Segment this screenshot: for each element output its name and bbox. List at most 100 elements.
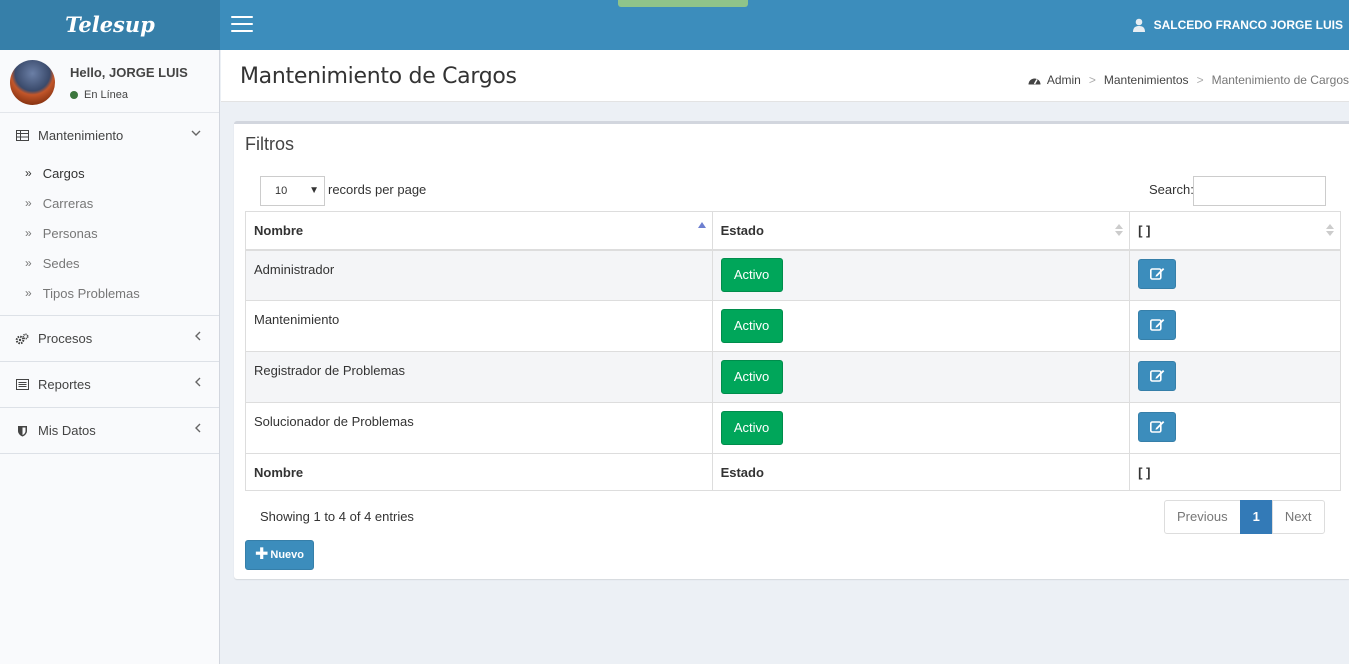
user-menu[interactable]: SALCEDO FRANCO JORGE LUIS (1132, 0, 1343, 50)
menu-mantenimiento[interactable]: Mantenimiento (0, 113, 219, 158)
column-header-estado[interactable]: Estado (711, 211, 1131, 251)
app-logo[interactable]: Telesup (0, 0, 220, 50)
double-chevron-icon: » (25, 196, 32, 210)
menu-group-mantenimiento: Mantenimiento » Cargos » Carreras » Persona… (0, 113, 219, 316)
edit-icon (1150, 420, 1165, 433)
column-footer-estado: Estado (711, 453, 1131, 491)
avatar (10, 60, 55, 105)
sort-icon (1326, 224, 1334, 238)
shield-icon (15, 425, 29, 437)
sidebar-item-label: Carreras (42, 195, 94, 211)
cell-nombre: Solucionador de Problemas (245, 402, 713, 454)
user-panel: Hello, JORGE LUIS En Línea (0, 50, 219, 113)
double-chevron-icon: » (25, 166, 32, 180)
chevron-left-icon (194, 377, 201, 390)
table-info: Showing 1 to 4 of 4 entries (260, 509, 414, 524)
records-per-page-label: records per page (328, 182, 427, 197)
breadcrumb-current: Mantenimiento de Cargos (1211, 73, 1349, 87)
cell-actions (1129, 351, 1341, 403)
sidebar-item-label: Sedes (42, 255, 80, 271)
edit-icon (1150, 318, 1165, 331)
menu-label: Mantenimiento (38, 128, 124, 143)
status-activo-button[interactable]: Activo (720, 309, 783, 343)
edit-button[interactable] (1138, 258, 1177, 289)
sidebar-item-personas[interactable]: » Personas (0, 218, 219, 248)
cell-estado: Activo (711, 351, 1131, 403)
cell-actions (1129, 300, 1341, 352)
status-activo-button[interactable]: Activo (720, 360, 783, 394)
pagination: Previous 1 Next (1164, 500, 1325, 534)
menu-procesos[interactable]: Procesos (0, 316, 219, 361)
search-input[interactable] (1193, 176, 1326, 206)
edit-icon (1150, 267, 1165, 280)
column-header-nombre[interactable]: Nombre (245, 211, 713, 251)
list-icon (15, 379, 29, 390)
edit-icon (1150, 369, 1165, 382)
records-per-page-value: 10 (275, 185, 288, 197)
sidebar-item-sedes[interactable]: » Sedes (0, 248, 219, 278)
user-greeting: Hello, JORGE LUIS (70, 65, 188, 80)
menu-group-reportes: Reportes (0, 362, 219, 408)
cell-nombre: Administrador (245, 249, 713, 301)
sidebar-item-label: Tipos Problemas (42, 285, 140, 301)
content-header: Mantenimiento de Cargos Admin > Mantenim… (221, 50, 1349, 102)
sidebar-item-cargos[interactable]: » Cargos (0, 158, 219, 188)
double-chevron-icon: » (25, 226, 32, 240)
menu-mis-datos[interactable]: Mis Datos (0, 408, 219, 453)
status-activo-button[interactable]: Activo (720, 411, 783, 445)
sort-asc-icon (697, 222, 706, 236)
user-name: SALCEDO FRANCO JORGE LUIS (1153, 18, 1343, 32)
menu-label: Mis Datos (38, 423, 96, 438)
edit-button[interactable] (1138, 360, 1177, 391)
cell-estado: Activo (711, 300, 1131, 352)
cargos-table: Nombre Estado [ ] Administrador Activo M… (245, 211, 1341, 491)
caret-down-icon: ▼ (309, 185, 319, 196)
box-title: Filtros (245, 134, 294, 154)
column-footer-actions: [ ] (1129, 453, 1341, 491)
pagination-next[interactable]: Next (1271, 500, 1325, 534)
cell-estado: Activo (711, 402, 1131, 454)
sort-icon (1115, 224, 1124, 238)
breadcrumb: Admin > Mantenimientos > Mantenimiento d… (1028, 73, 1349, 87)
chevron-left-icon (194, 423, 201, 436)
edit-button[interactable] (1138, 309, 1177, 340)
sidebar-item-tipos-problemas[interactable]: » Tipos Problemas (0, 278, 219, 308)
cell-actions (1129, 249, 1341, 301)
user-icon (1132, 18, 1145, 32)
page-title: Mantenimiento de Cargos (240, 64, 517, 89)
sidebar-toggle-icon[interactable] (231, 16, 253, 34)
dashboard-icon (1028, 78, 1041, 85)
pagination-page-1[interactable]: 1 (1239, 500, 1273, 534)
cell-actions (1129, 402, 1341, 454)
table-row: Mantenimiento Activo (245, 300, 1341, 352)
pagination-previous[interactable]: Previous (1164, 500, 1241, 534)
sidebar-item-label: Cargos (42, 165, 85, 181)
sidebar: Hello, JORGE LUIS En Línea Mantenimiento… (0, 50, 220, 664)
sidebar-item-label: Personas (42, 225, 98, 241)
double-chevron-icon: » (25, 286, 32, 300)
table-row: Solucionador de Problemas Activo (245, 402, 1341, 454)
sidebar-item-carreras[interactable]: » Carreras (0, 188, 219, 218)
table-row: Registrador de Problemas Activo (245, 351, 1341, 403)
menu-reportes[interactable]: Reportes (0, 362, 219, 407)
menu-label: Procesos (38, 331, 93, 346)
chevron-left-icon (194, 331, 201, 344)
breadcrumb-mantenimientos[interactable]: Mantenimientos (1104, 73, 1189, 87)
table-icon (15, 130, 29, 141)
menu-group-mis-datos: Mis Datos (0, 408, 219, 454)
edit-button[interactable] (1138, 411, 1177, 442)
status-activo-button[interactable]: Activo (720, 258, 783, 293)
top-header: Telesup SALCEDO FRANCO JORGE LUIS (0, 0, 1349, 50)
new-button-label: Nuevo (270, 549, 305, 561)
menu-group-procesos: Procesos (0, 316, 219, 362)
breadcrumb-admin[interactable]: Admin (1047, 73, 1081, 87)
top-notification-tab (618, 0, 748, 7)
status-label: En Línea (84, 89, 129, 101)
new-cargo-button[interactable]: ✚ Nuevo (245, 540, 314, 570)
plus-icon: ✚ (254, 546, 269, 563)
cell-nombre: Registrador de Problemas (245, 351, 713, 403)
table-row: Administrador Activo (245, 249, 1341, 301)
chevron-down-icon (191, 128, 201, 140)
records-per-page-select[interactable]: 10 ▼ (260, 176, 325, 206)
column-header-actions[interactable]: [ ] (1129, 211, 1341, 251)
